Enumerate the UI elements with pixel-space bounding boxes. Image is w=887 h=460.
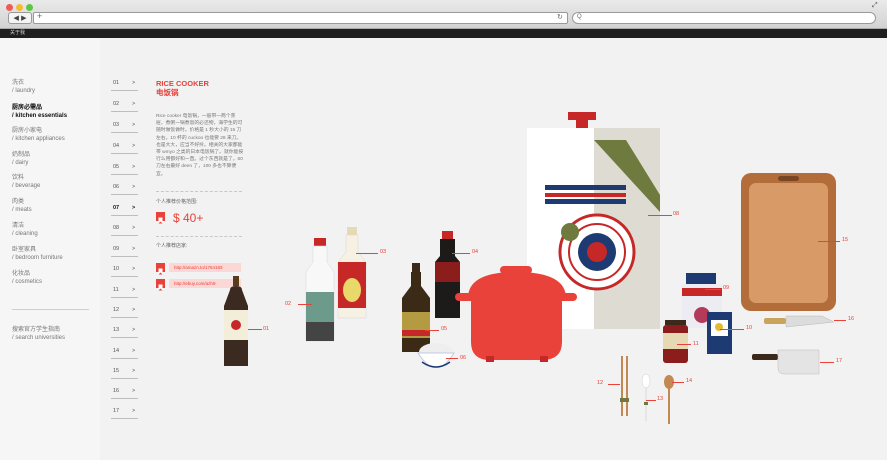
label-tick <box>608 384 620 385</box>
cutting-board-icon <box>741 173 836 311</box>
soy-sauce-bottle-icon <box>224 276 248 366</box>
vinegar-bottle-icon <box>305 238 335 342</box>
kitchen-illustration <box>224 112 836 424</box>
item-label-05[interactable]: 05 <box>441 326 447 332</box>
cleaver-icon <box>752 349 820 375</box>
label-tick <box>720 329 744 330</box>
label-tick <box>648 215 672 216</box>
item-label-13[interactable]: 13 <box>657 396 663 402</box>
label-tick <box>248 329 262 330</box>
label-tick <box>298 304 312 305</box>
label-tick <box>677 344 691 345</box>
sesame-oil-bottle-icon <box>402 263 430 352</box>
label-tick <box>820 362 834 363</box>
item-label-08[interactable]: 08 <box>673 211 679 217</box>
item-label-17[interactable]: 17 <box>836 358 842 364</box>
item-label-06[interactable]: 06 <box>460 355 466 361</box>
label-tick <box>646 400 656 401</box>
rice-bowl-icon <box>417 343 455 368</box>
label-tick <box>356 253 378 254</box>
sauce-jar-icon <box>663 320 688 363</box>
label-tick <box>672 382 684 383</box>
label-tick <box>705 289 721 290</box>
label-tick <box>425 330 439 331</box>
label-tick <box>818 241 840 242</box>
item-label-03[interactable]: 03 <box>380 249 386 255</box>
spoon-icon <box>641 373 651 421</box>
item-label-02[interactable]: 02 <box>285 301 291 307</box>
label-tick <box>446 358 458 359</box>
chef-knife-icon <box>764 315 835 328</box>
item-label-01[interactable]: 01 <box>263 326 269 332</box>
item-label-04[interactable]: 04 <box>472 249 478 255</box>
item-label-16[interactable]: 16 <box>848 316 854 322</box>
item-label-10[interactable]: 10 <box>746 325 752 331</box>
item-label-12[interactable]: 12 <box>597 380 603 386</box>
item-label-09[interactable]: 09 <box>723 285 729 291</box>
label-tick <box>834 320 846 321</box>
item-label-15[interactable]: 15 <box>842 237 848 243</box>
item-label-11[interactable]: 11 <box>693 341 699 347</box>
dark-soy-bottle-icon <box>435 231 460 318</box>
label-tick <box>452 253 470 254</box>
label-tick <box>516 317 538 318</box>
spice-can-icon <box>707 312 732 354</box>
item-label-07[interactable]: 07 <box>540 313 546 319</box>
cooking-wine-bottle-icon <box>337 227 367 319</box>
chopsticks-icon <box>620 356 629 416</box>
item-label-14[interactable]: 14 <box>686 378 692 384</box>
